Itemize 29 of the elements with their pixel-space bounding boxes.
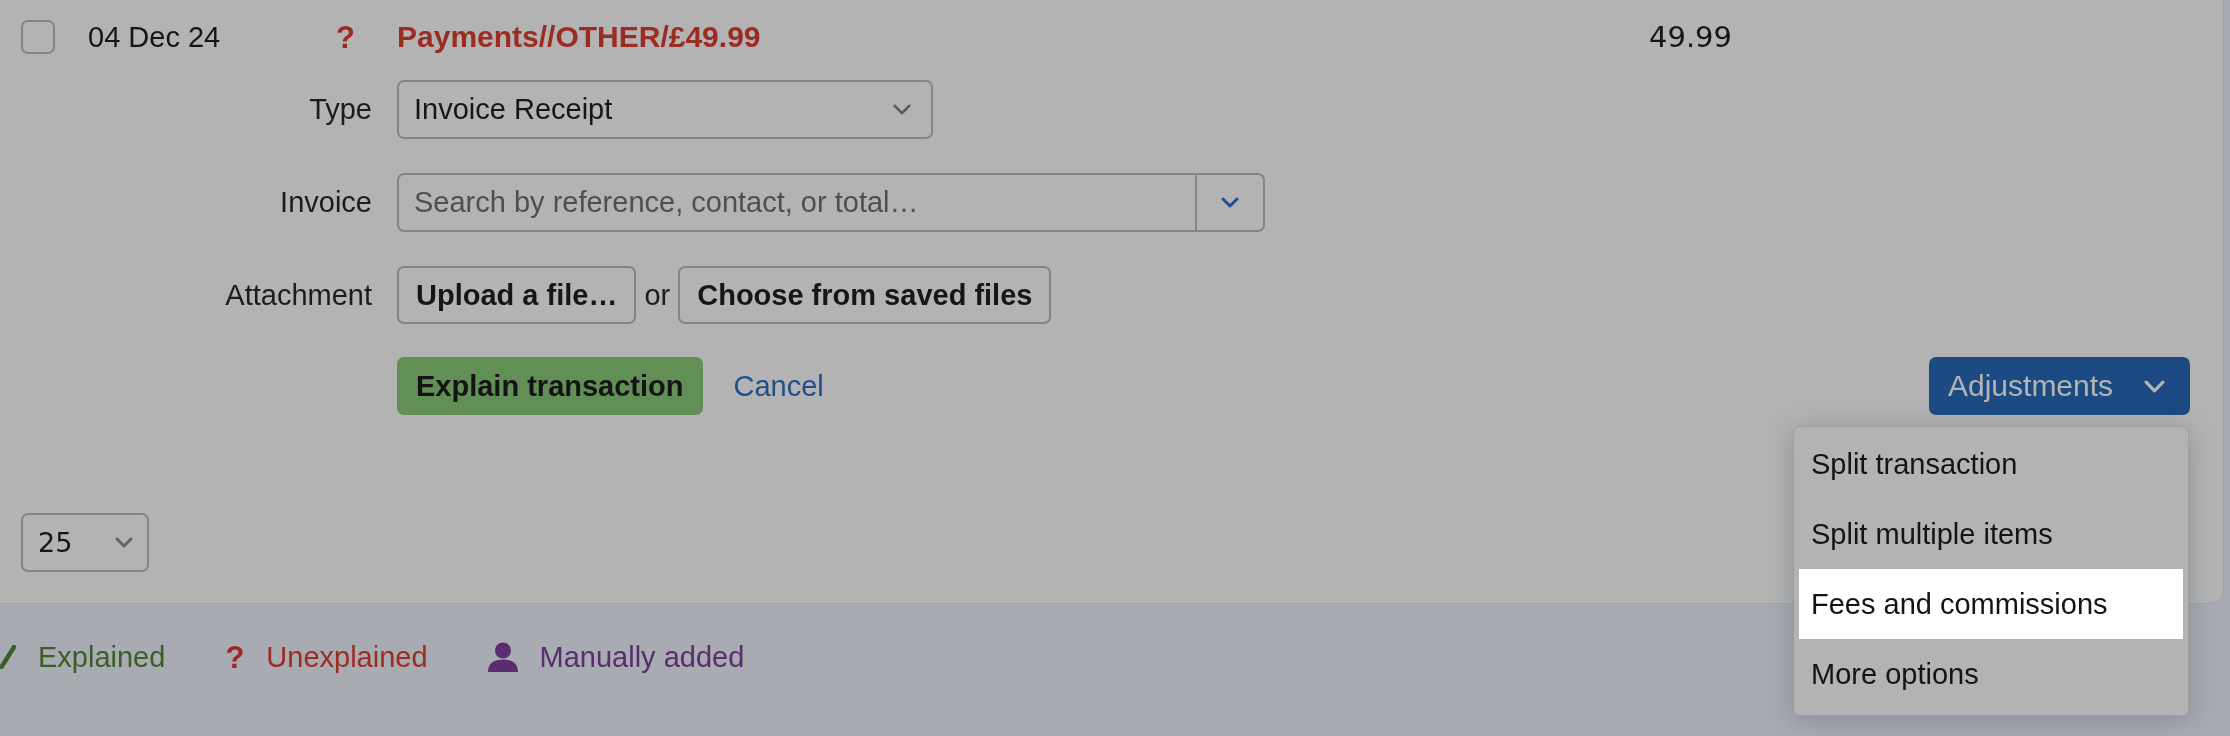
- or-text: or: [644, 278, 671, 312]
- type-select[interactable]: Invoice Receipt: [397, 80, 933, 139]
- question-mark-icon: ?: [225, 641, 245, 673]
- adjustments-button[interactable]: Adjustments: [1929, 357, 2190, 415]
- upload-file-button[interactable]: Upload a file…: [397, 266, 637, 324]
- invoice-label: Invoice: [280, 186, 372, 219]
- type-label: Type: [309, 93, 372, 126]
- explain-transaction-button[interactable]: Explain transaction: [397, 357, 703, 415]
- menu-item[interactable]: More options: [1799, 639, 2183, 709]
- menu-item[interactable]: Split multiple items: [1799, 499, 2183, 569]
- invoice-search-field[interactable]: Search by reference, contact, or total…: [397, 173, 1195, 232]
- legend-label: Explained: [38, 640, 166, 674]
- invoice-dropdown-button[interactable]: [1195, 173, 1265, 232]
- transaction-description: Payments//OTHER/£49.99: [397, 20, 761, 54]
- chevron-down-icon: [893, 104, 911, 115]
- page-size-select[interactable]: 25: [21, 513, 149, 572]
- saved-files-button[interactable]: Choose from saved files: [678, 266, 1052, 324]
- chevron-down-icon: [1221, 197, 1239, 208]
- menu-item[interactable]: Split transaction: [1799, 429, 2183, 499]
- legend-label: Unexplained: [266, 640, 428, 674]
- legend-label: Manually added: [539, 640, 745, 674]
- chevron-down-icon: [115, 537, 133, 548]
- transaction-amount: 49.99: [1649, 20, 1733, 54]
- menu-item[interactable]: Fees and commissions: [1799, 569, 2183, 639]
- row-checkbox[interactable]: [21, 20, 55, 54]
- question-mark-icon: ?: [336, 21, 355, 53]
- cancel-link[interactable]: Cancel: [733, 369, 824, 403]
- transaction-date: 04 Dec 24: [88, 20, 221, 54]
- attachment-label: Attachment: [225, 278, 372, 312]
